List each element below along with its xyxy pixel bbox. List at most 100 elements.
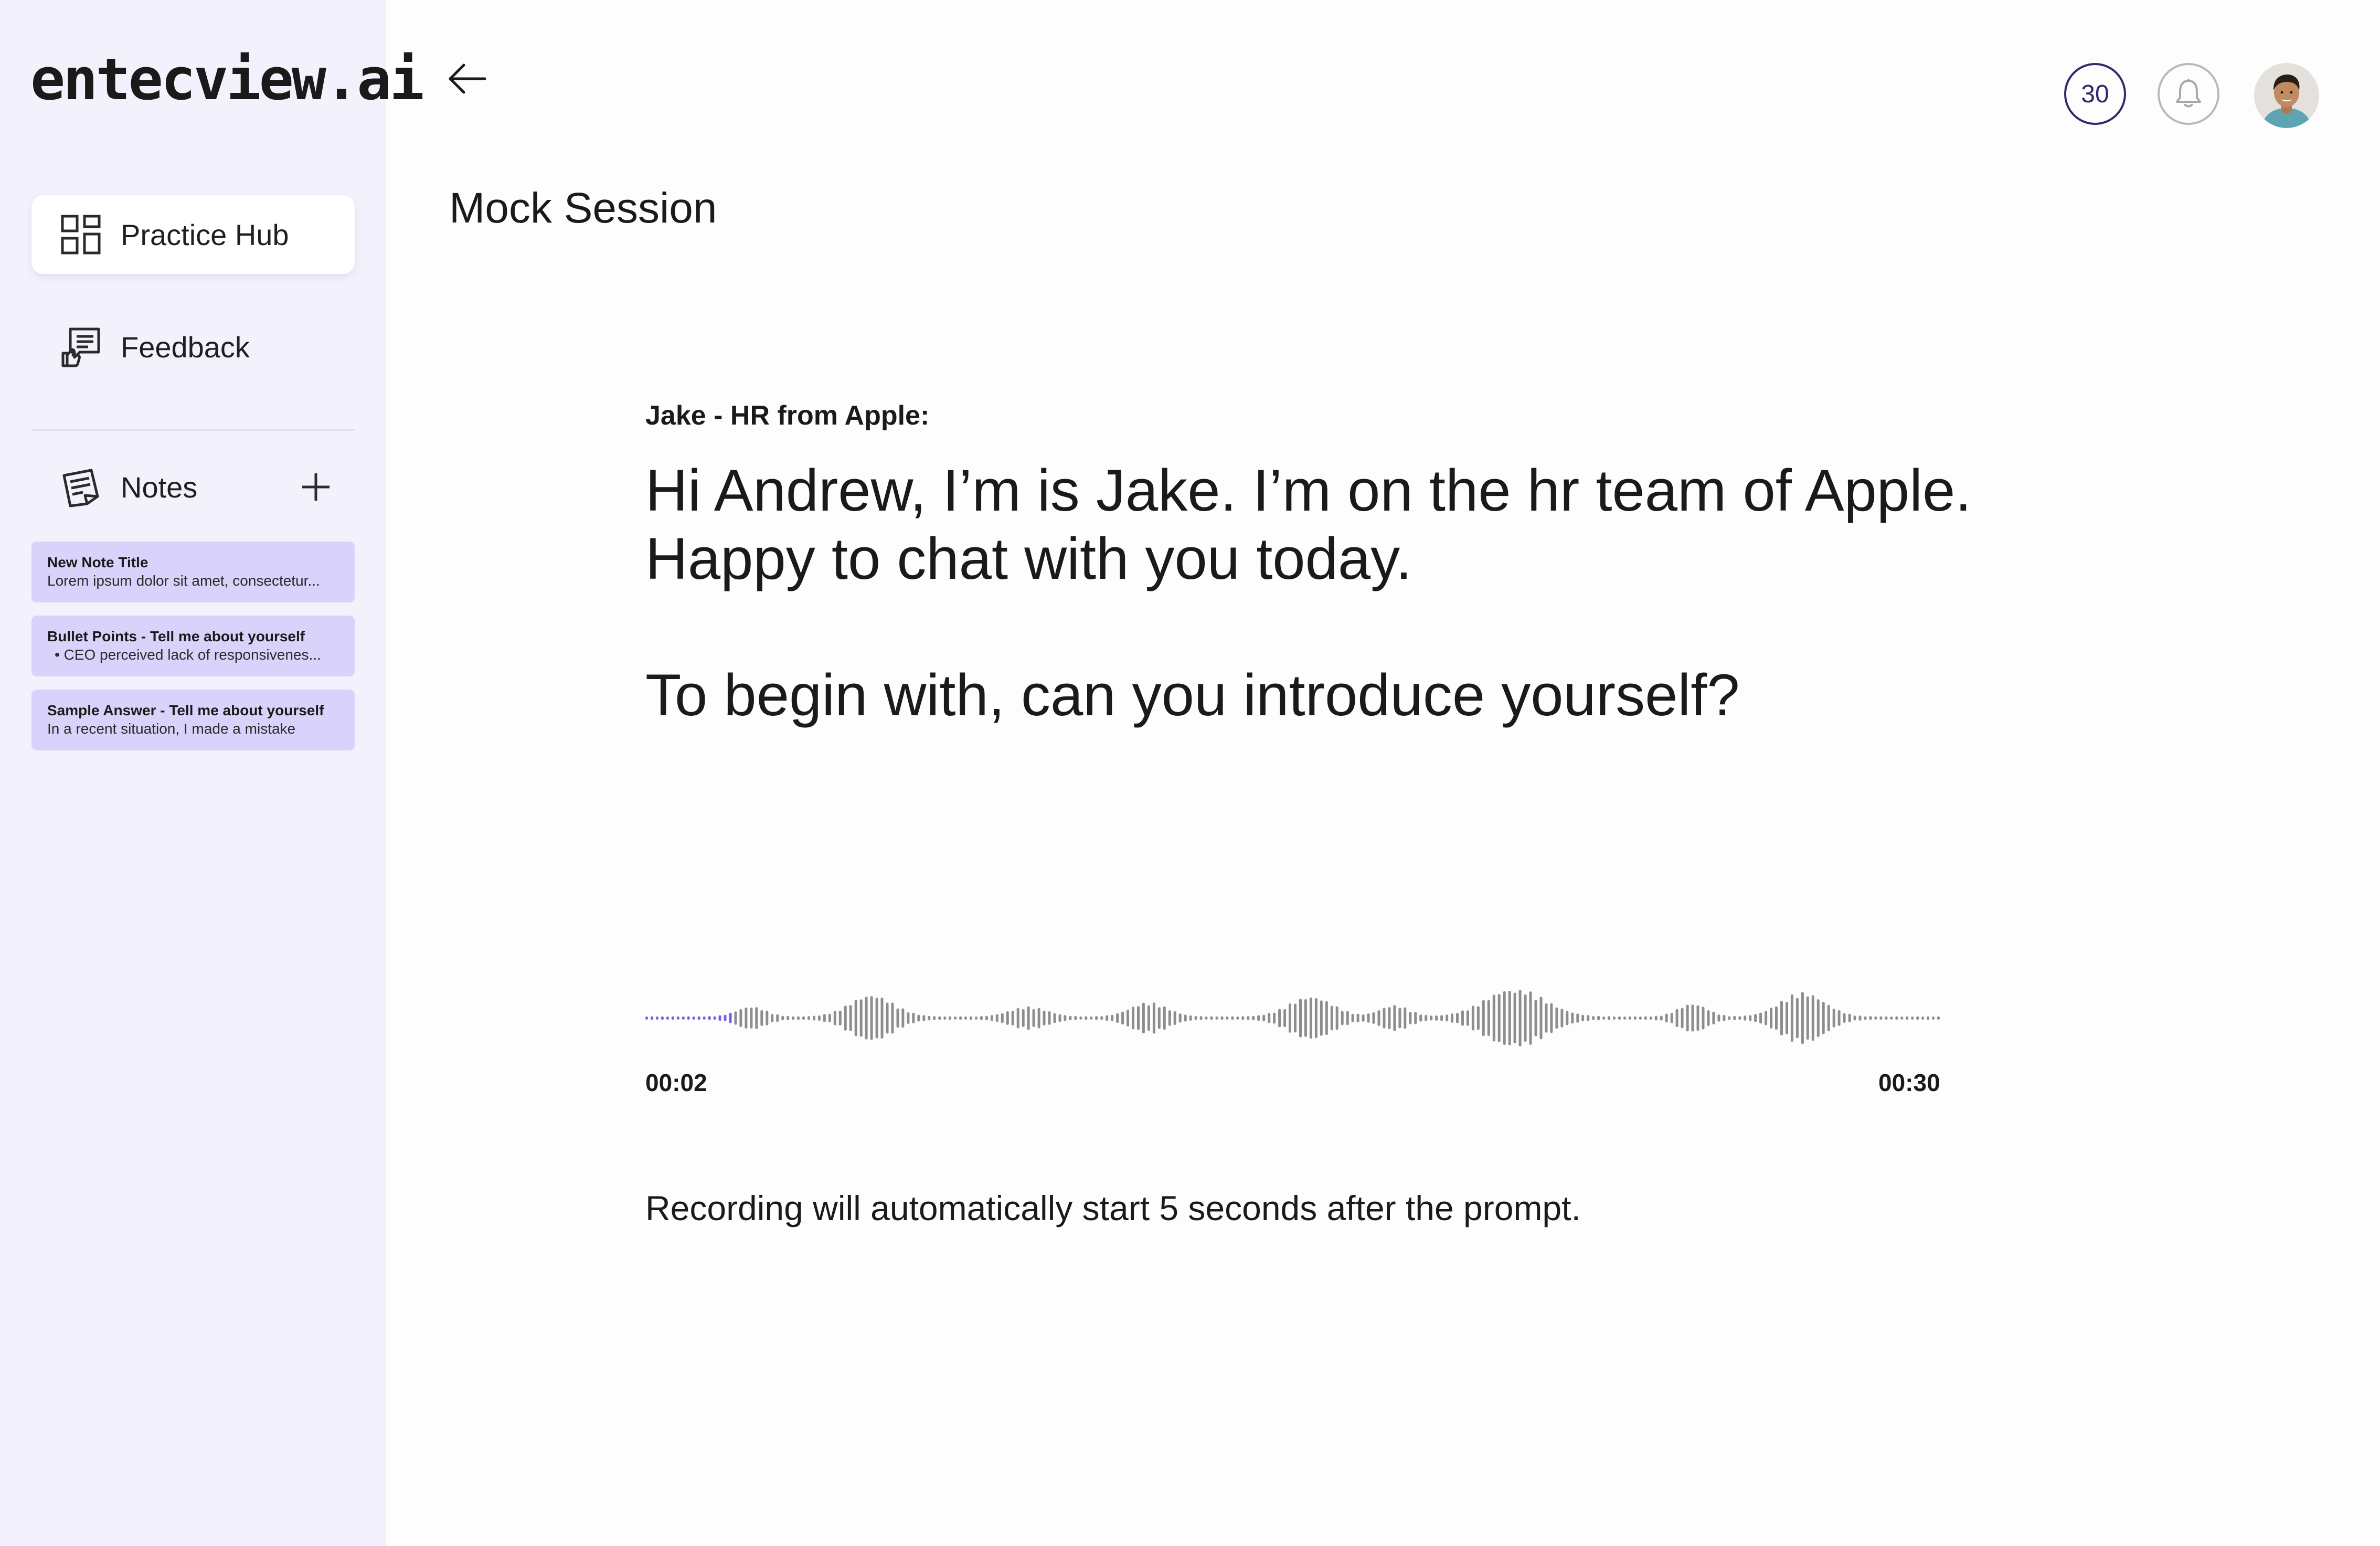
waveform-bar — [802, 1016, 805, 1020]
waveform-bar — [1199, 1016, 1203, 1020]
waveform-bar — [1487, 1000, 1490, 1036]
waveform-bar — [1576, 1013, 1579, 1023]
note-card[interactable]: Bullet Points - Tell me about yourself •… — [31, 616, 355, 676]
waveform-bar — [755, 1007, 758, 1029]
waveform-bar — [1362, 1014, 1365, 1022]
waveform-bar — [1022, 1009, 1025, 1027]
waveform-bar — [1147, 1005, 1150, 1031]
waveform-bar — [1707, 1010, 1710, 1026]
waveform-bar — [797, 1016, 800, 1020]
waveform-bar — [760, 1010, 763, 1026]
waveform-bar — [1037, 1008, 1040, 1029]
waveform-bar — [1184, 1014, 1187, 1022]
elapsed-time: 00:02 — [645, 1069, 707, 1096]
waveform-bar — [1226, 1016, 1229, 1020]
waveform-bar — [928, 1015, 931, 1021]
waveform-bar — [1691, 1004, 1694, 1032]
note-card[interactable]: Sample Answer - Tell me about yourself I… — [31, 690, 355, 750]
waveform-bar — [1613, 1016, 1616, 1020]
waveform-bar — [655, 1016, 658, 1020]
waveform-bar — [1806, 996, 1809, 1040]
waveform-bar — [1733, 1015, 1736, 1021]
waveform-bar — [1236, 1016, 1239, 1020]
nav-item-feedback[interactable]: Feedback — [31, 308, 355, 386]
waveform-bar — [1409, 1012, 1412, 1024]
waveform-bar — [1571, 1012, 1574, 1024]
user-avatar[interactable] — [2254, 63, 2319, 128]
waveform-bar — [1786, 1002, 1788, 1034]
waveform-bar — [1864, 1016, 1867, 1020]
brand-logo[interactable]: entecview.ai — [30, 50, 424, 108]
waveform-bar — [1587, 1015, 1590, 1021]
waveform-bar — [771, 1014, 774, 1022]
back-button[interactable] — [441, 58, 493, 100]
waveform-bar — [917, 1014, 920, 1022]
waveform-bar — [1116, 1013, 1119, 1023]
waveform-bar — [766, 1010, 769, 1026]
waveform-bar — [1790, 994, 1793, 1042]
waveform-bar — [1456, 1013, 1459, 1023]
note-title: Sample Answer - Tell me about yourself — [47, 702, 324, 718]
waveform-bar — [1560, 1009, 1564, 1028]
notes-label: Notes — [121, 470, 198, 504]
waveform-bar — [1539, 997, 1543, 1040]
waveform-bar — [1393, 1005, 1396, 1031]
credits-badge[interactable]: 30 — [2064, 63, 2126, 125]
waveform-bar — [708, 1016, 711, 1020]
waveform-bar — [1241, 1016, 1245, 1020]
waveform-bar — [1100, 1016, 1103, 1020]
waveform-bar — [1545, 1003, 1548, 1033]
waveform-bar — [1775, 1006, 1778, 1030]
waveform-bar — [1011, 1010, 1014, 1026]
nav-item-practice-hub[interactable]: Practice Hub — [31, 195, 355, 274]
speaker-label: Jake - HR from Apple: — [645, 400, 930, 431]
waveform-bar — [1550, 1003, 1553, 1033]
waveform-bar — [891, 1002, 894, 1034]
waveform-bar — [1346, 1011, 1349, 1025]
waveform-bar — [1079, 1016, 1082, 1020]
waveform-bar — [1001, 1013, 1004, 1023]
waveform-bar — [1178, 1013, 1182, 1023]
notes-header[interactable]: Notes — [31, 450, 355, 524]
note-card[interactable]: New Note Title Lorem ipsum dolor sit ame… — [31, 542, 355, 602]
plus-icon — [302, 473, 330, 501]
waveform-bar — [1257, 1015, 1260, 1021]
notifications-button[interactable] — [2158, 63, 2219, 125]
waveform-bar — [1247, 1016, 1250, 1020]
prompt-line: Happy to chat with you today. — [645, 526, 1412, 591]
note-title: New Note Title — [47, 554, 148, 570]
waveform-bar — [1837, 1010, 1841, 1026]
waveform-bar — [1325, 1001, 1328, 1035]
audio-waveform[interactable] — [645, 987, 1942, 1050]
waveform-bar — [1869, 1016, 1872, 1020]
waveform-bar — [933, 1016, 936, 1020]
waveform-bar — [713, 1016, 716, 1020]
waveform-bar — [1053, 1013, 1056, 1023]
waveform-bar — [1843, 1013, 1846, 1023]
waveform-bar — [823, 1014, 826, 1022]
waveform-bar — [692, 1016, 695, 1020]
waveform-bar — [1759, 1012, 1762, 1024]
waveform-bar — [1283, 1009, 1287, 1028]
waveform-bar — [1220, 1016, 1224, 1020]
waveform-bar — [1686, 1004, 1689, 1032]
nav-label-feedback: Feedback — [121, 330, 250, 364]
waveform-bar — [1152, 1002, 1155, 1034]
waveform-bar — [1660, 1015, 1663, 1021]
waveform-bar — [990, 1015, 993, 1021]
prompt-text: Hi Andrew, I’m is Jake. I’m on the hr te… — [645, 457, 2062, 729]
waveform-bar — [1043, 1010, 1046, 1026]
waveform-bar — [1900, 1016, 1904, 1020]
waveform-bar — [651, 1016, 653, 1020]
waveform-bar — [813, 1015, 815, 1021]
waveform-bar — [1822, 1002, 1825, 1034]
waveform-bar — [1461, 1010, 1464, 1026]
add-note-button[interactable] — [298, 469, 334, 505]
waveform-bar — [703, 1016, 706, 1020]
waveform-bar — [1780, 1001, 1783, 1036]
waveform-bar — [1027, 1006, 1030, 1030]
feedback-icon — [60, 326, 102, 368]
waveform-bar — [1314, 998, 1318, 1039]
waveform-bar — [1717, 1014, 1720, 1022]
waveform-bar — [1121, 1011, 1124, 1025]
